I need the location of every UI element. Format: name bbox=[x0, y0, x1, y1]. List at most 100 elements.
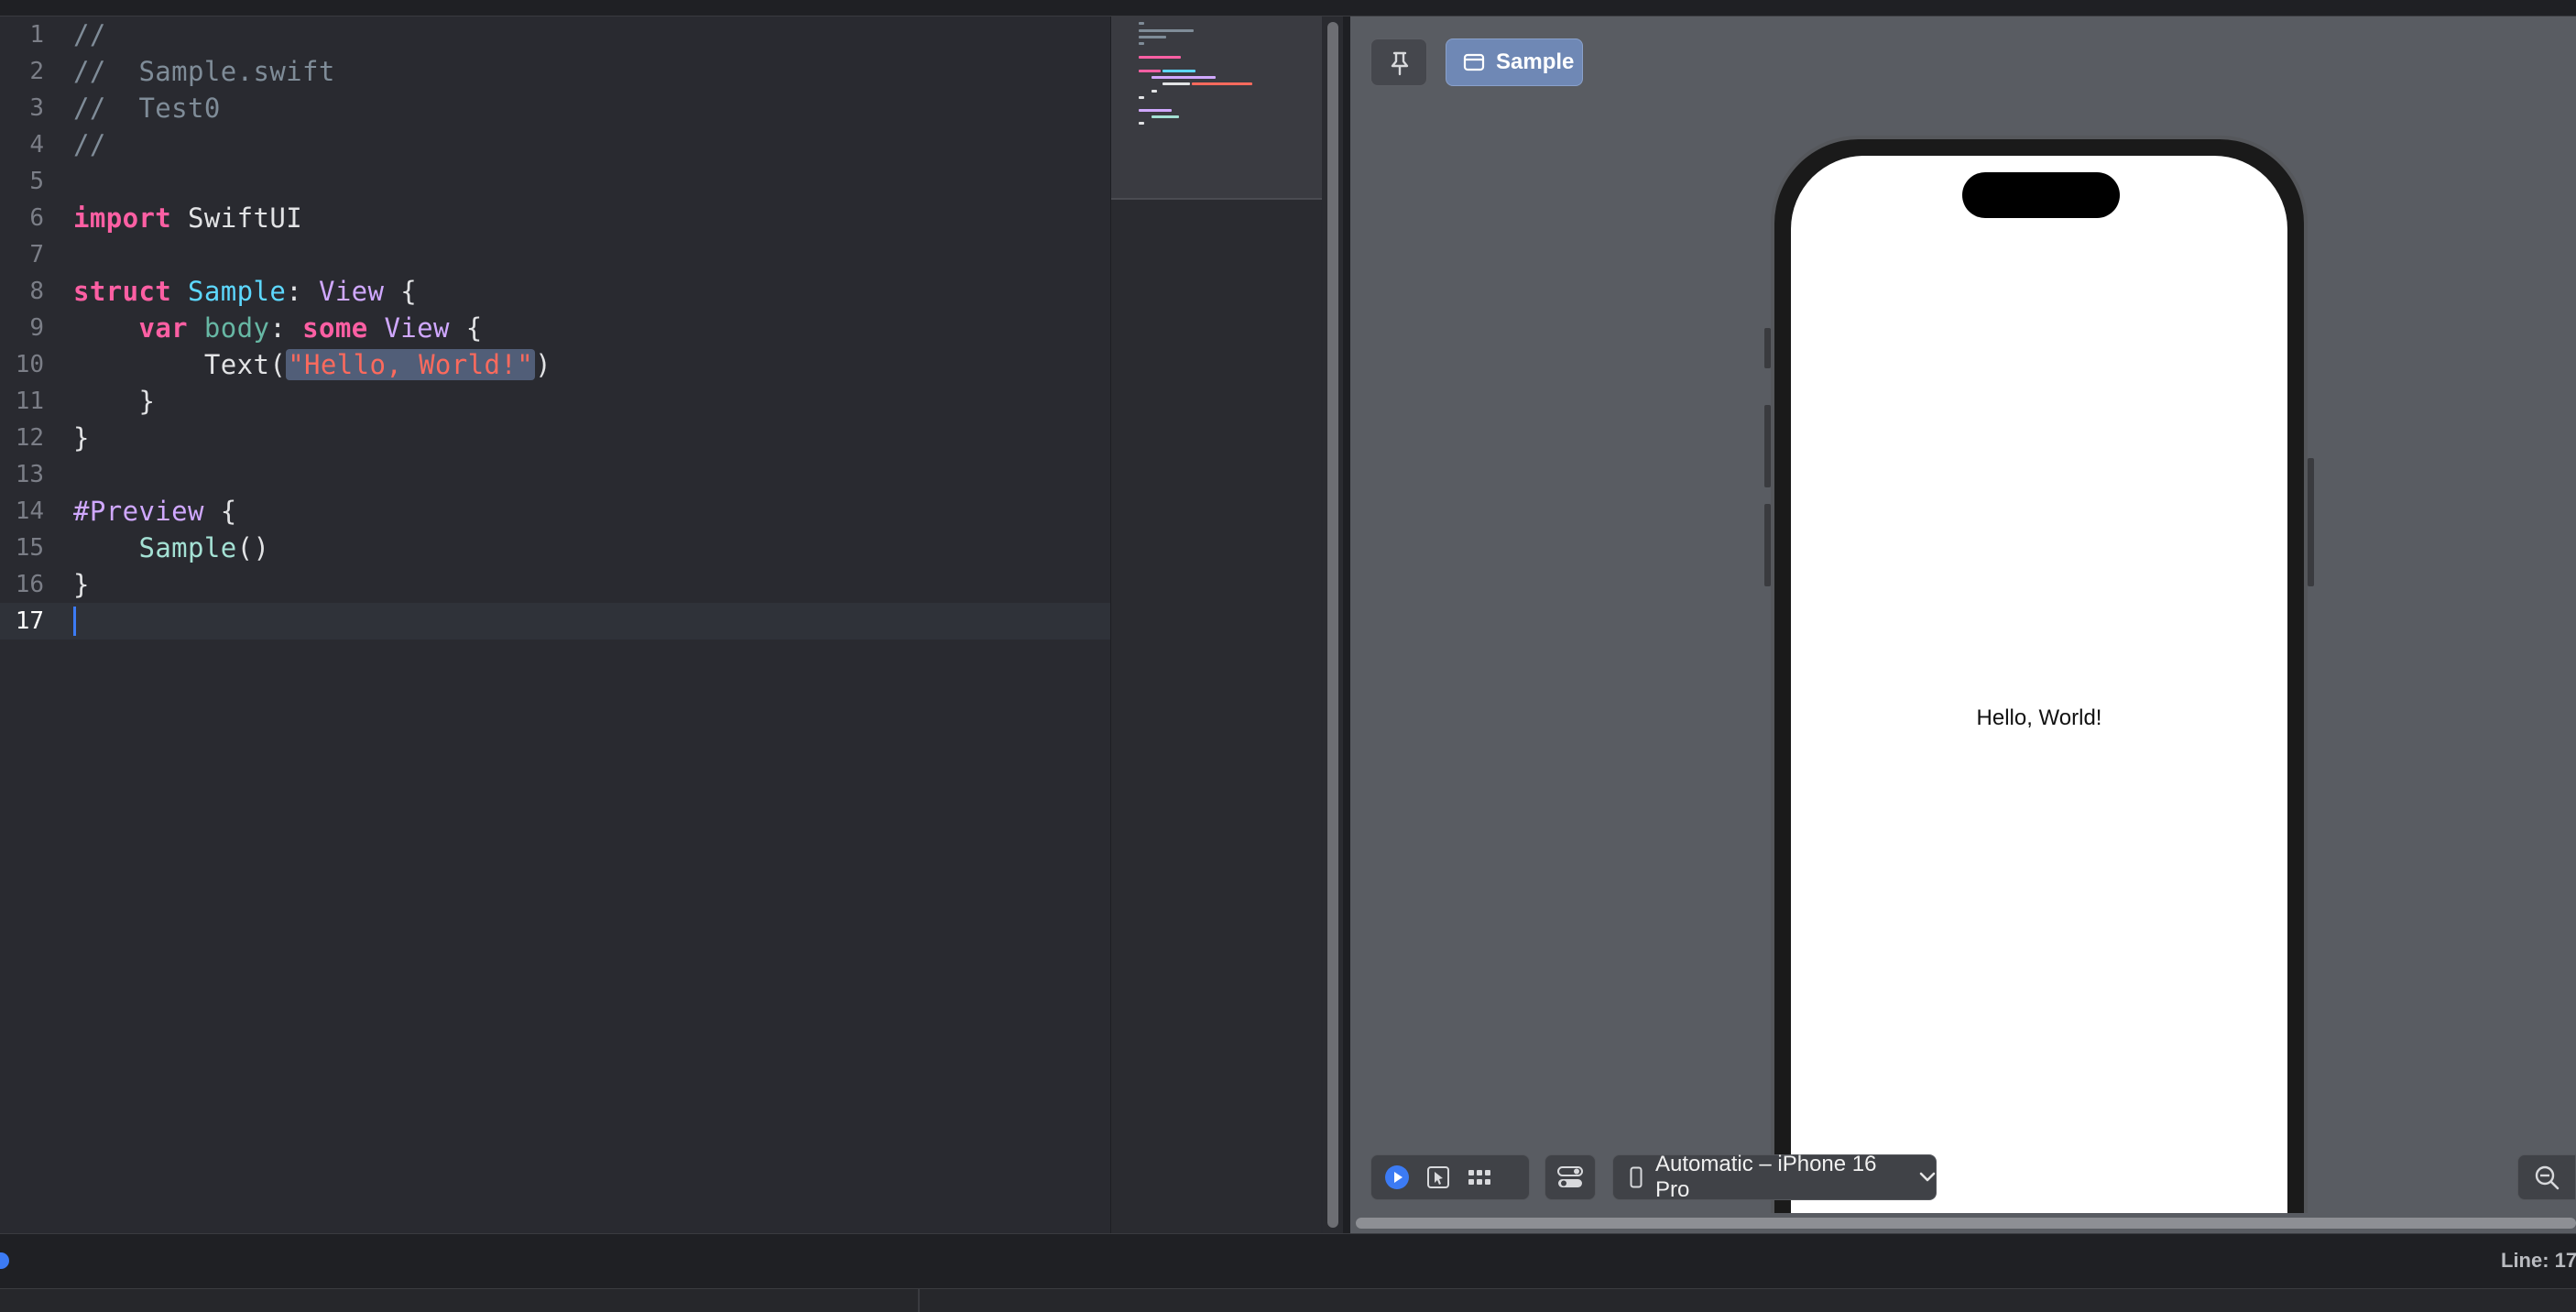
minimap-line bbox=[1139, 70, 1161, 72]
line-number: 15 bbox=[15, 534, 44, 562]
line-number: 1 bbox=[29, 21, 44, 49]
zoom-out-button[interactable] bbox=[2517, 1154, 2576, 1200]
code-token: struct bbox=[73, 276, 172, 307]
code-token: // Test0 bbox=[73, 93, 221, 124]
editor-vertical-scrollbar[interactable] bbox=[1323, 16, 1343, 1233]
code-line[interactable]: 14 #Preview { bbox=[0, 493, 1110, 530]
minimap-line bbox=[1139, 56, 1181, 59]
minimap-line bbox=[1162, 70, 1195, 72]
code-token: { bbox=[384, 276, 418, 307]
code-line[interactable]: 12} bbox=[0, 420, 1110, 456]
code-token: var bbox=[138, 312, 189, 344]
code-editor[interactable]: 1 // 2 // Sample.swift 3 // Test0 4 // 5 6 import … bbox=[0, 16, 1110, 1233]
canvas-scroll-thumb[interactable] bbox=[1356, 1218, 2576, 1229]
selectable-pointer-icon[interactable] bbox=[1426, 1165, 1450, 1189]
code-token: } bbox=[73, 386, 156, 417]
pin-preview-button[interactable] bbox=[1370, 38, 1427, 86]
canvas-bottom-toolbar: Automatic – iPhone 16 Pro bbox=[1350, 1152, 2576, 1219]
dynamic-island bbox=[1962, 172, 2120, 218]
live-play-icon[interactable] bbox=[1384, 1164, 1410, 1190]
code-line[interactable]: 3 // Test0 bbox=[0, 90, 1110, 126]
preview-mode-group bbox=[1370, 1154, 1530, 1200]
code-text[interactable]: // Sample.swift bbox=[73, 57, 335, 86]
preview-hello-text[interactable]: Hello, World! bbox=[1791, 705, 2287, 731]
canvas-horizontal-scrollbar[interactable] bbox=[1350, 1213, 2576, 1233]
line-number: 2 bbox=[29, 58, 44, 85]
code-token: { bbox=[449, 312, 483, 344]
line-number: 12 bbox=[15, 424, 44, 452]
minimap-line bbox=[1192, 82, 1252, 85]
device-selector[interactable]: Automatic – iPhone 16 Pro bbox=[1612, 1152, 1937, 1202]
code-line[interactable]: 6 import SwiftUI bbox=[0, 200, 1110, 236]
line-number: 11 bbox=[15, 388, 44, 415]
code-token: View bbox=[318, 276, 385, 307]
code-token: } bbox=[73, 422, 90, 454]
code-line[interactable]: 13 bbox=[0, 456, 1110, 493]
split-divider[interactable] bbox=[1343, 16, 1350, 1233]
code-line[interactable]: 15 Sample() bbox=[0, 530, 1110, 566]
code-line[interactable]: 4 // bbox=[0, 126, 1110, 163]
code-text[interactable]: // bbox=[73, 20, 106, 49]
code-text[interactable]: } bbox=[73, 570, 90, 599]
volume-down-button bbox=[1764, 504, 1771, 586]
minimap-line bbox=[1152, 76, 1216, 79]
code-line[interactable]: 9 var body: some View { bbox=[0, 310, 1110, 346]
bottom-panel-separator[interactable] bbox=[918, 1289, 920, 1312]
line-number: 16 bbox=[15, 571, 44, 598]
code-line[interactable]: 8 struct Sample: View { bbox=[0, 273, 1110, 310]
line-number: 14 bbox=[15, 497, 44, 525]
code-token: import bbox=[73, 202, 172, 234]
preview-tab-sample[interactable]: Sample bbox=[1446, 38, 1583, 86]
line-number: 13 bbox=[15, 461, 44, 488]
code-token: Sample bbox=[188, 276, 287, 307]
code-token: some bbox=[302, 312, 368, 344]
code-text[interactable]: } bbox=[73, 387, 155, 416]
code-line[interactable]: 10 Text("Hello, World!") bbox=[0, 346, 1110, 383]
action-button bbox=[1764, 328, 1771, 368]
code-text[interactable]: import SwiftUI bbox=[73, 203, 302, 233]
iphone-icon bbox=[1630, 1166, 1643, 1188]
code-token: : bbox=[286, 276, 319, 307]
line-number: 7 bbox=[29, 241, 44, 268]
volume-up-button bbox=[1764, 405, 1771, 487]
code-line[interactable]: 1 // bbox=[0, 16, 1110, 53]
device-selector-label: Automatic – iPhone 16 Pro bbox=[1655, 1152, 1877, 1202]
minimap[interactable] bbox=[1110, 16, 1322, 1233]
phone-screen[interactable]: Hello, World! bbox=[1791, 156, 2287, 1222]
code-text[interactable]: struct Sample: View { bbox=[73, 277, 417, 306]
device-settings-button[interactable] bbox=[1545, 1154, 1596, 1200]
code-line[interactable]: 16} bbox=[0, 566, 1110, 603]
code-text[interactable]: Sample() bbox=[73, 533, 269, 563]
code-token: body bbox=[203, 312, 270, 344]
code-text[interactable]: Text("Hello, World!") bbox=[73, 349, 551, 380]
code-line[interactable]: 2 // Sample.swift bbox=[0, 53, 1110, 90]
line-number: 8 bbox=[29, 278, 44, 305]
code-text[interactable]: } bbox=[73, 423, 90, 453]
preview-tab-label: Sample bbox=[1496, 49, 1575, 74]
code-text[interactable]: #Preview { bbox=[73, 497, 237, 526]
code-text[interactable]: // Test0 bbox=[73, 93, 221, 123]
code-token: ) bbox=[535, 349, 551, 380]
bottom-panel-strip bbox=[0, 1288, 2576, 1312]
code-token: // bbox=[73, 129, 106, 160]
code-line[interactable]: 7 bbox=[0, 236, 1110, 273]
device-settings-icon bbox=[1556, 1164, 1584, 1190]
code-text[interactable]: var body: some View { bbox=[73, 313, 483, 343]
code-line[interactable]: 11 } bbox=[0, 383, 1110, 420]
window-top-bar bbox=[0, 0, 2576, 16]
code-line[interactable]: 5 bbox=[0, 163, 1110, 200]
variants-grid-icon[interactable] bbox=[1467, 1167, 1492, 1187]
code-text[interactable]: // bbox=[73, 130, 106, 159]
editor-scroll-thumb[interactable] bbox=[1327, 22, 1338, 1228]
minimap-line bbox=[1139, 29, 1194, 32]
code-line[interactable]: 17 bbox=[0, 603, 1110, 640]
minimap-line bbox=[1139, 42, 1144, 45]
line-indicator: Line: 17 bbox=[2501, 1249, 2576, 1272]
code-token: View bbox=[384, 312, 450, 344]
code-text[interactable] bbox=[73, 607, 76, 636]
code-token: Text( bbox=[73, 349, 287, 380]
selected-string-literal: "Hello, World!" bbox=[286, 349, 536, 380]
